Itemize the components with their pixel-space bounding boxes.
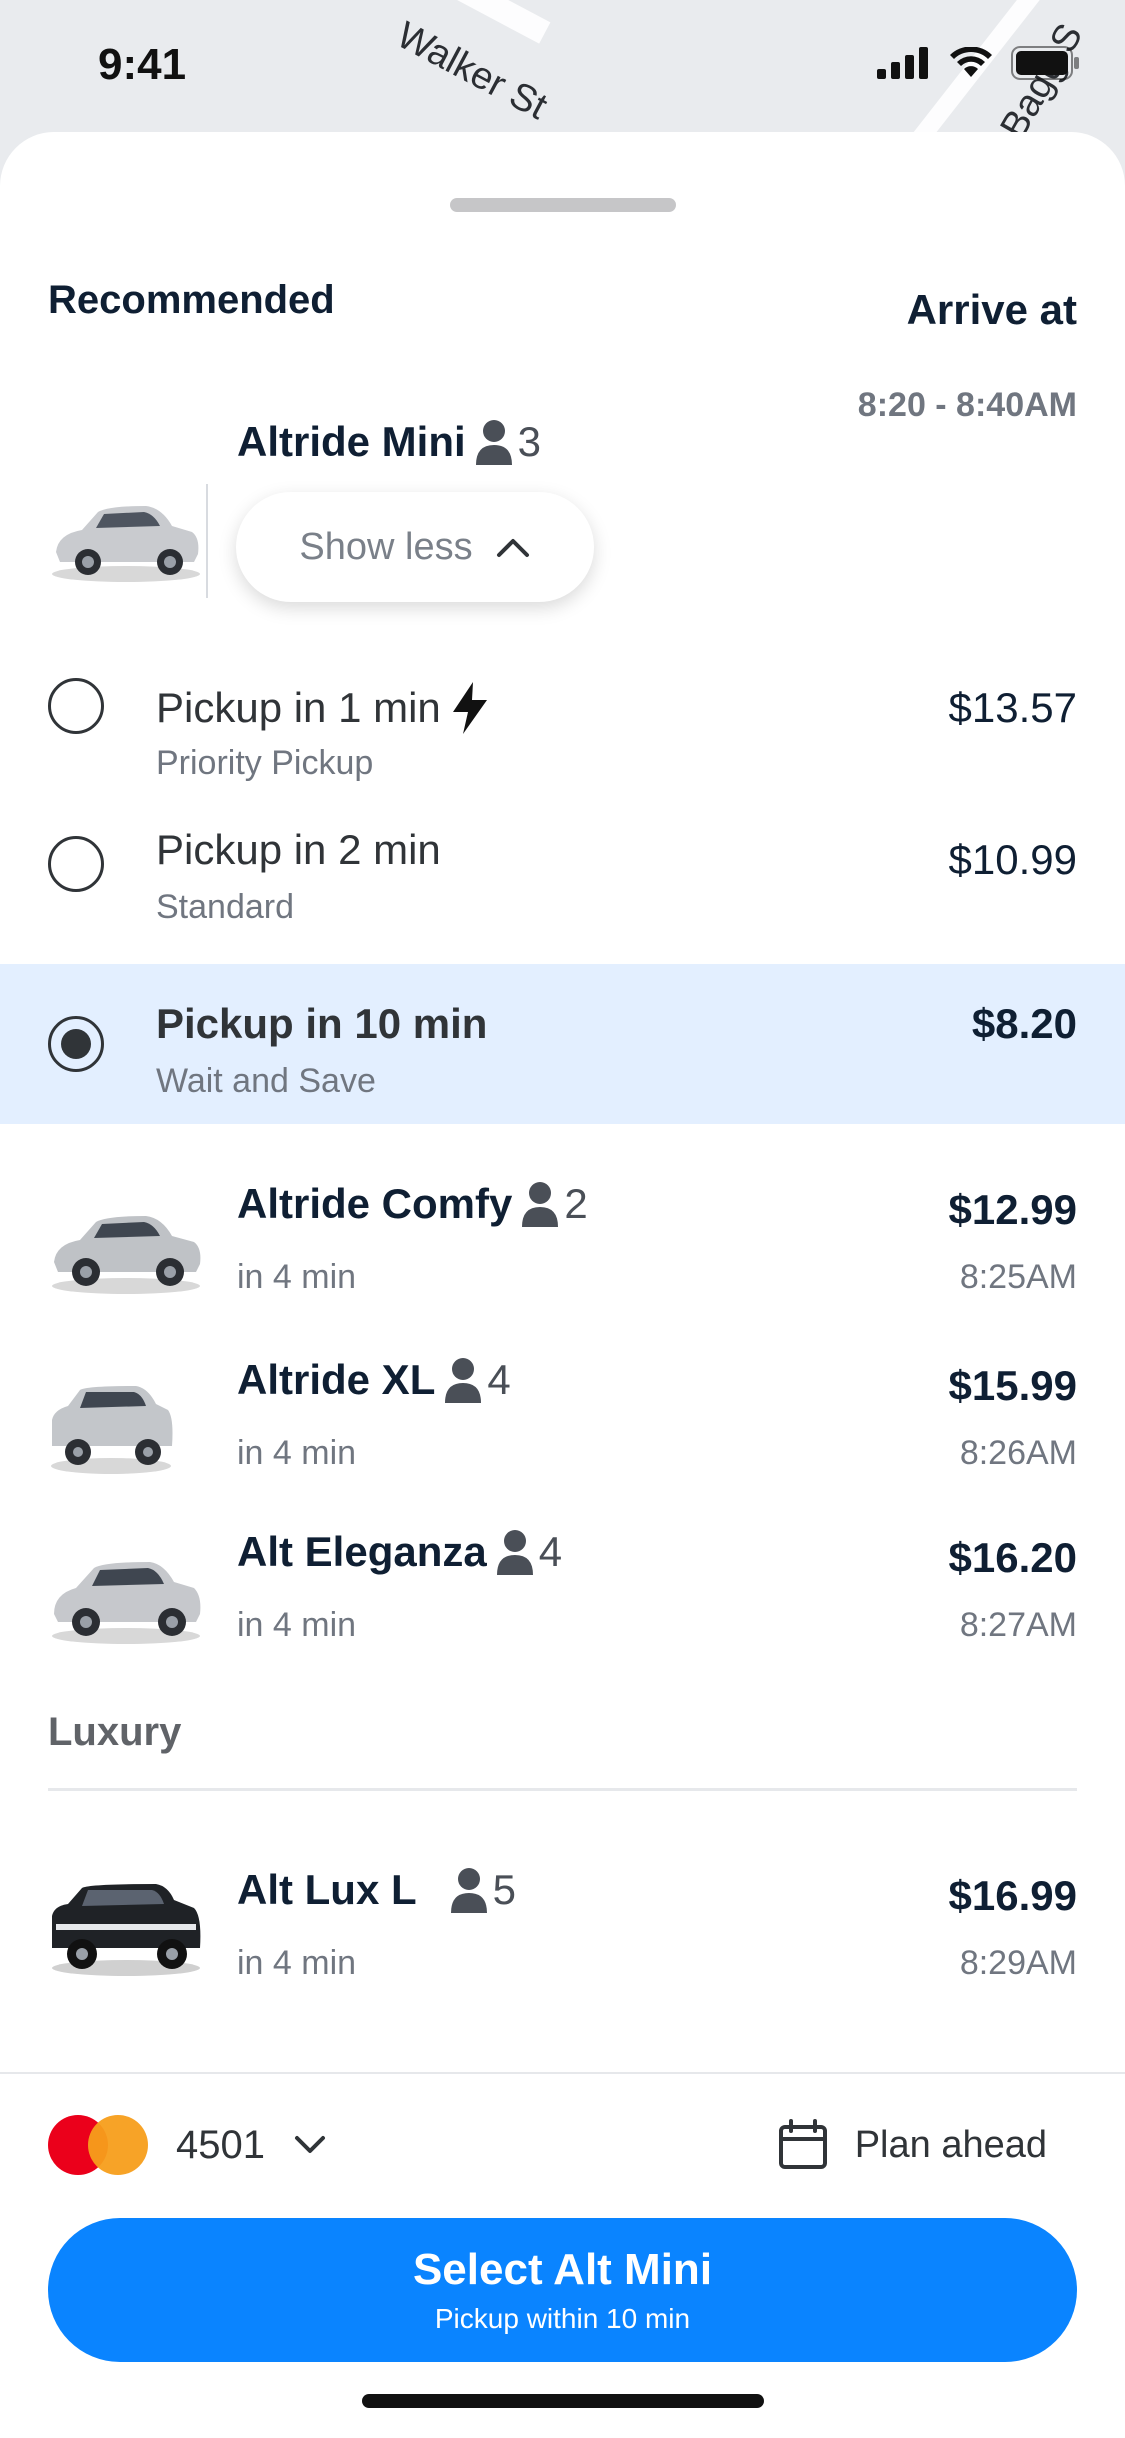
show-less-label: Show less [299,525,473,568]
crossover-silver-car-image [52,1562,201,1644]
radio-selected[interactable] [48,1016,104,1072]
battery-icon [1011,46,1079,80]
pickup-option-subtitle: Wait and Save [156,1062,376,1100]
ride-name-label: Altride Mini [237,418,466,465]
ride-arrival: 8:29AM [959,1944,1077,1982]
card-last4: 4501 [176,2122,265,2167]
ride-price: $16.99 [948,1872,1077,1919]
status-time: 9:41 [98,40,187,89]
suv-silver-car-image [51,1386,173,1474]
checkout-bar: 4501 Plan ahead Select Alt Mini Pickup w… [0,2072,1125,2438]
plan-ahead-button[interactable]: Plan ahead [777,2110,1047,2180]
person-icon [450,1868,487,1913]
lightning-icon [452,682,487,734]
ride-name-altride-mini: Altride Mini 3 [237,418,541,466]
ride-eta: in 4 min [237,1258,357,1296]
person-icon [522,1182,559,1227]
ride-price: $16.20 [948,1534,1077,1581]
payment-method-selector[interactable]: 4501 [48,2110,327,2180]
pickup-option-price: $10.99 [948,836,1077,883]
chevron-up-icon [496,539,529,557]
passenger-capacity: 2 [522,1180,588,1228]
arrive-window: 8:20 - 8:40AM [857,386,1077,424]
select-ride-button[interactable]: Select Alt Mini Pickup within 10 min [48,2218,1077,2362]
ride-arrival: 8:27AM [959,1606,1077,1644]
passenger-capacity: 3 [475,418,542,466]
ride-name: Altride XL 4 [237,1356,511,1404]
pickup-option-title: Pickup in 10 min [156,1000,488,1047]
ride-name: Alt Eleganza 4 [237,1528,562,1576]
passenger-count: 4 [538,1528,563,1575]
section-divider [48,1788,1077,1791]
select-ride-title: Select Alt Mini [412,2245,713,2294]
passenger-capacity: 4 [496,1528,563,1576]
ride-name: Alt Lux L 5 [237,1866,516,1914]
wifi-icon [950,47,992,77]
ride-price: $12.99 [948,1186,1077,1233]
calendar-icon [778,2119,827,2169]
sedan-silver-car-image [52,1216,201,1294]
pickup-option-price: $8.20 [971,1000,1077,1047]
pickup-option-wait-and-save[interactable]: Pickup in 10 min Wait and Save $8.20 [0,964,1125,1124]
ride-name-label: Alt Lux L [237,1866,417,1913]
section-title-recommended: Recommended [48,278,335,322]
passenger-count: 3 [517,418,542,465]
radio-unselected[interactable] [48,678,104,734]
pickup-option-title-text: Pickup in 1 min [156,684,441,731]
ride-eta: in 4 min [237,1944,357,1982]
pickup-option-priority[interactable]: Pickup in 1 min Priority Pickup $13.57 [0,632,1125,792]
person-icon [475,420,512,465]
status-icons [877,46,1081,80]
show-less-button[interactable]: Show less [236,492,594,602]
passenger-count: 2 [564,1180,588,1227]
select-ride-subtitle: Pickup within 10 min [434,2303,691,2334]
radio-unselected[interactable] [48,836,104,892]
pickup-option-subtitle: Standard [156,888,294,926]
status-bar: 9:41 [0,0,1125,140]
sheet-drag-handle[interactable] [450,198,676,212]
section-title-luxury: Luxury [48,1710,182,1754]
passenger-capacity: 4 [445,1356,511,1404]
plan-ahead-label: Plan ahead [854,2123,1047,2166]
person-icon [445,1358,482,1403]
ride-name: Altride Comfy 2 [237,1180,588,1228]
pickup-option-subtitle: Priority Pickup [156,744,374,782]
passenger-capacity: 5 [450,1866,517,1914]
pickup-option-title: Pickup in 2 min [156,826,441,873]
ride-arrival: 8:26AM [959,1434,1077,1472]
ride-price: $15.99 [948,1362,1077,1409]
suv-black-car-image [52,1884,201,1976]
ride-eta: in 4 min [237,1434,357,1472]
home-indicator[interactable] [362,2394,764,2408]
passenger-count: 4 [487,1356,511,1403]
cellular-signal-icon [877,47,928,79]
ride-name-label: Altride XL [237,1356,436,1403]
passenger-count: 5 [492,1866,517,1913]
pickup-option-title: Pickup in 1 min [156,682,487,734]
chevron-down-icon [294,2136,325,2153]
ride-eta: in 4 min [237,1606,357,1644]
person-icon [496,1530,533,1575]
pickup-option-standard[interactable]: Pickup in 2 min Standard $10.99 [0,790,1125,950]
mastercard-icon [48,2115,148,2175]
car-divider [206,484,208,598]
ride-name-label: Alt Eleganza [237,1528,487,1575]
arrive-at-label: Arrive at [906,286,1077,333]
sedan-silver-car-image [52,506,200,582]
ride-arrival: 8:25AM [959,1258,1077,1296]
radio-dot [61,1029,91,1059]
pickup-option-price: $13.57 [948,684,1077,731]
ride-name-label: Altride Comfy [237,1180,513,1227]
